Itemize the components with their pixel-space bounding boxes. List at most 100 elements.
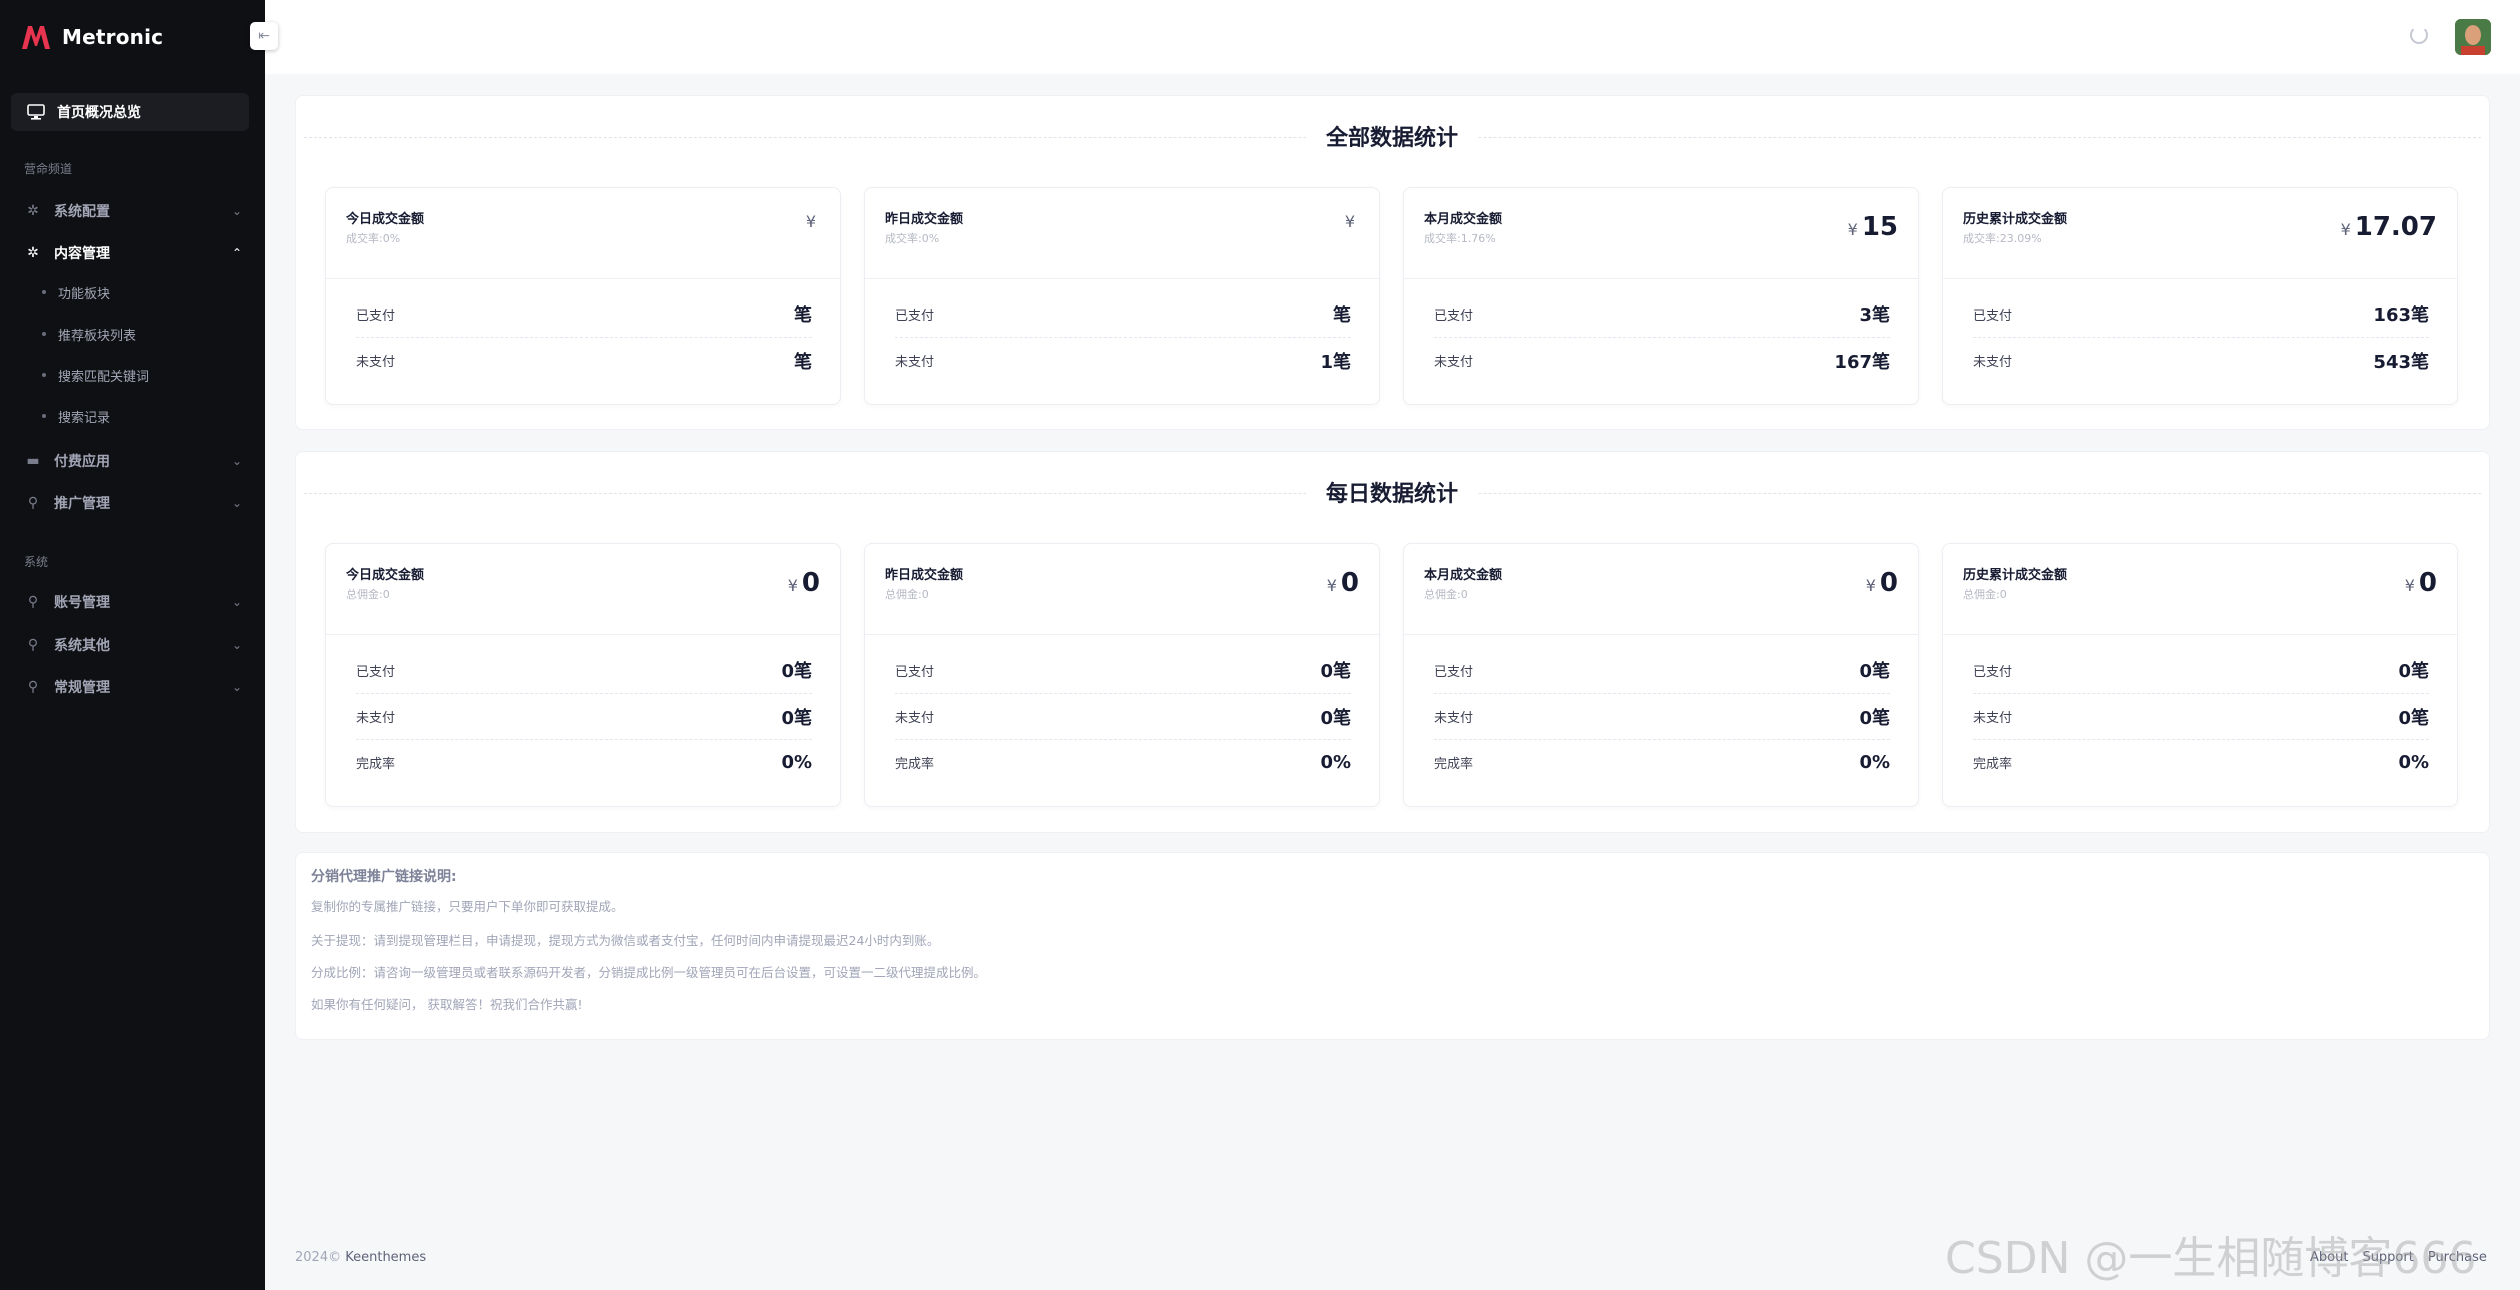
link-icon: ⚲ bbox=[27, 495, 39, 511]
row-label: 已支付 bbox=[1973, 664, 2013, 680]
stat-row-paid: 已支付 笔 bbox=[356, 291, 812, 337]
bullet-icon bbox=[42, 373, 46, 377]
sidebar-item-label: 系统配置 bbox=[54, 204, 110, 220]
notes-line: 如果你有任何疑问， 获取解答！祝我们合作共赢! bbox=[311, 997, 583, 1012]
stat-row-paid: 已支付 3笔 bbox=[1434, 291, 1890, 337]
footer-copyright: 2024© bbox=[295, 1250, 342, 1265]
gear-icon: ✲ bbox=[27, 245, 39, 261]
stat-subtitle: 成交率:0% bbox=[346, 232, 401, 245]
watermark: CSDN @一生相随博客666 bbox=[1945, 1233, 2477, 1284]
stat-value: 15 bbox=[1861, 212, 1898, 242]
row-label: 已支付 bbox=[1434, 664, 1474, 680]
arrow-left-icon: ⇤ bbox=[258, 28, 270, 44]
row-label: 完成率 bbox=[895, 757, 935, 772]
divider bbox=[865, 278, 1379, 279]
stat-row-paid: 已支付 0笔 bbox=[356, 647, 812, 693]
stat-title: 历史累计成交金额 bbox=[1963, 212, 2068, 227]
row-value: 0笔 bbox=[2398, 707, 2429, 729]
refresh-icon[interactable] bbox=[2410, 26, 2428, 44]
row-label: 未支付 bbox=[356, 711, 396, 726]
row-value: 0笔 bbox=[781, 661, 812, 682]
chevron-down-icon: ⌄ bbox=[231, 595, 242, 609]
stat-value: 0 bbox=[801, 568, 820, 598]
daily-card-month: 本月成交金额 总佣金:0 ¥ 0 已支付 0笔 未支付 0笔 完成率 0% bbox=[1403, 543, 1919, 807]
sidebar-subitem-label: 搜索记录 bbox=[58, 410, 111, 426]
row-label: 未支付 bbox=[1434, 355, 1474, 370]
sidebar-item-promotion[interactable]: ⚲ 推广管理 ⌄ bbox=[24, 488, 242, 518]
bullet-icon bbox=[42, 290, 46, 294]
daily-card-today: 今日成交金额 总佣金:0 ¥ 0 已支付 0笔 未支付 0笔 完成率 0% bbox=[325, 543, 841, 807]
yen-symbol: ¥ bbox=[2404, 576, 2415, 595]
notes-line: 复制你的专属推广链接，只要用户下单你即可获取提成。 bbox=[311, 899, 624, 914]
yen-symbol: ¥ bbox=[1865, 576, 1876, 595]
divider bbox=[1404, 634, 1918, 635]
gear-icon: ✲ bbox=[27, 203, 39, 219]
row-label: 已支付 bbox=[895, 664, 935, 680]
stat-title: 昨日成交金额 bbox=[885, 568, 964, 583]
stat-value: 17.07 bbox=[2354, 212, 2437, 242]
chevron-up-icon: ⌃ bbox=[231, 246, 242, 260]
row-value: 167笔 bbox=[1834, 351, 1890, 373]
sidebar-item-label: 内容管理 bbox=[54, 246, 110, 262]
stat-row-unpaid: 未支付 0笔 bbox=[356, 693, 812, 739]
sidebar-item-general[interactable]: ⚲ 常规管理 ⌄ bbox=[24, 672, 242, 702]
app-logo[interactable]: Metronic bbox=[20, 22, 163, 52]
sidebar-section-label: 系统 bbox=[24, 555, 49, 569]
row-value: 0笔 bbox=[2398, 661, 2429, 682]
stat-value: 0 bbox=[1879, 568, 1898, 598]
sidebar-item-paid-apps[interactable]: ▬ 付费应用 ⌄ bbox=[24, 446, 242, 476]
monitor-icon bbox=[27, 103, 45, 121]
chevron-down-icon: ⌄ bbox=[231, 204, 242, 218]
yen-symbol: ¥ bbox=[787, 576, 798, 595]
row-label: 未支付 bbox=[895, 711, 935, 726]
app-name: Metronic bbox=[62, 25, 164, 49]
sidebar-subitem-label: 搜索匹配关键词 bbox=[58, 369, 150, 385]
sidebar-subitem-feature-blocks[interactable]: 功能板块 bbox=[42, 280, 110, 304]
row-value: 0笔 bbox=[1320, 661, 1351, 682]
avatar[interactable] bbox=[2455, 19, 2491, 55]
stat-row-paid: 已支付 163笔 bbox=[1973, 291, 2429, 337]
sidebar-item-system-config[interactable]: ✲ 系统配置 ⌄ bbox=[24, 196, 242, 226]
stat-value: 0 bbox=[1340, 568, 1359, 598]
sidebar-subitem-search-keywords[interactable]: 搜索匹配关键词 bbox=[42, 363, 149, 387]
sidebar-item-accounts[interactable]: ⚲ 账号管理 ⌄ bbox=[24, 587, 242, 617]
row-value: 0笔 bbox=[1859, 661, 1890, 682]
sidebar-subitem-label: 功能板块 bbox=[58, 286, 111, 302]
daily-card-history: 历史累计成交金额 总佣金:0 ¥ 0 已支付 0笔 未支付 0笔 完成率 0% bbox=[1942, 543, 2458, 807]
stat-row-unpaid: 未支付 0笔 bbox=[1973, 693, 2429, 739]
stat-title: 今日成交金额 bbox=[346, 568, 425, 583]
stat-row-unpaid: 未支付 543笔 bbox=[1973, 337, 2429, 383]
stat-row-paid: 已支付 0笔 bbox=[895, 647, 1351, 693]
footer-company-link[interactable]: Keenthemes bbox=[345, 1250, 426, 1265]
link-icon: ⚲ bbox=[27, 679, 39, 695]
bullet-icon bbox=[42, 332, 46, 336]
row-value: 0% bbox=[781, 752, 812, 773]
sidebar-section-label: 营命频道 bbox=[24, 162, 73, 176]
stat-card-month: 本月成交金额 成交率:1.76% ¥ 15 已支付 3笔 未支付 167笔 bbox=[1403, 187, 1919, 405]
sidebar-subitem-search-records[interactable]: 搜索记录 bbox=[42, 404, 110, 428]
user-avatar-icon bbox=[2455, 19, 2491, 55]
notes-line: 分成比例：请咨询一级管理员或者联系源码开发者，分销提成比例一级管理员可在后台设置… bbox=[311, 965, 987, 980]
sidebar-item-dashboard[interactable]: 首页概况总览 bbox=[11, 93, 249, 131]
row-value: 0笔 bbox=[1859, 707, 1890, 729]
chevron-down-icon: ⌄ bbox=[231, 454, 242, 468]
row-value: 笔 bbox=[1333, 305, 1351, 326]
divider bbox=[326, 634, 840, 635]
yen-symbol: ¥ bbox=[1344, 212, 1355, 231]
promotion-notes-panel: 分销代理推广链接说明: 复制你的专属推广链接，只要用户下单你即可获取提成。 关于… bbox=[295, 852, 2490, 1040]
stat-title: 本月成交金额 bbox=[1424, 568, 1503, 583]
yen-symbol: ¥ bbox=[1326, 576, 1337, 595]
stat-subtitle: 总佣金:0 bbox=[1963, 588, 2007, 601]
stat-amount: ¥ bbox=[806, 212, 820, 231]
stat-subtitle: 成交率:23.09% bbox=[1963, 232, 2042, 245]
row-label: 已支付 bbox=[1973, 308, 2013, 324]
stat-title: 今日成交金额 bbox=[346, 212, 425, 227]
sidebar-item-system-other[interactable]: ⚲ 系统其他 ⌄ bbox=[24, 630, 242, 660]
sidebar-item-content-management[interactable]: ✲ 内容管理 ⌃ bbox=[24, 238, 242, 268]
sidebar-collapse-button[interactable]: ⇤ bbox=[250, 22, 278, 50]
yen-symbol: ¥ bbox=[805, 212, 816, 231]
stat-row-unpaid: 未支付 笔 bbox=[356, 337, 812, 383]
panel-title: 每日数据统计 bbox=[1306, 476, 1479, 508]
daily-card-yesterday: 昨日成交金额 总佣金:0 ¥ 0 已支付 0笔 未支付 0笔 完成率 0% bbox=[864, 543, 1380, 807]
sidebar-subitem-recommended-blocks[interactable]: 推荐板块列表 bbox=[42, 322, 136, 346]
